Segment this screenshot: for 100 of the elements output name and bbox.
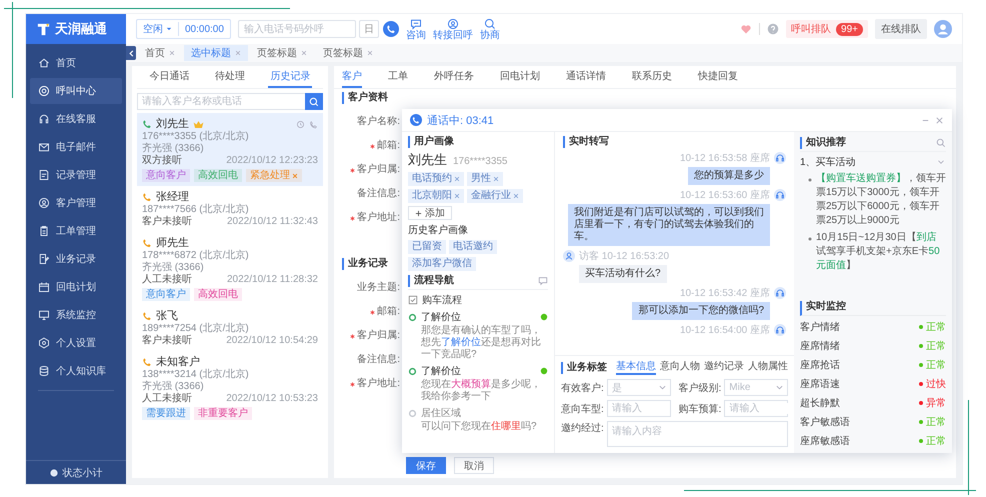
close-icon[interactable] bbox=[454, 176, 460, 182]
content-tab[interactable]: 快捷回复 bbox=[698, 66, 738, 88]
close-icon[interactable] bbox=[454, 193, 460, 199]
message-bubble: 我们附近是有门店可以试驾的，可以到我们店里看一下，有专门的试驾去体验我们的车。 bbox=[568, 204, 770, 246]
toolbar-button[interactable]: 咨询 bbox=[406, 18, 426, 40]
search-button[interactable] bbox=[305, 93, 323, 110]
tag[interactable]: 电话预约 bbox=[408, 172, 464, 186]
close-icon[interactable] bbox=[169, 50, 175, 56]
nav-item[interactable]: 在线客服 bbox=[30, 106, 122, 132]
step-title[interactable]: 了解价位 bbox=[421, 310, 461, 324]
close-icon[interactable] bbox=[301, 50, 307, 56]
user-icon bbox=[563, 250, 575, 262]
status-text: 正常 bbox=[926, 434, 946, 448]
call-button[interactable] bbox=[382, 21, 399, 37]
search-field[interactable]: 请输入客户名称或电话 bbox=[137, 93, 305, 110]
tag: 电话邀约 bbox=[449, 240, 497, 254]
nav-item[interactable]: 呼叫中心 bbox=[30, 78, 122, 104]
cancel-button[interactable]: 取消 bbox=[454, 457, 494, 474]
nav-item[interactable]: 客户管理 bbox=[30, 190, 122, 216]
chat-icon[interactable] bbox=[538, 276, 548, 286]
help-icon[interactable] bbox=[767, 23, 780, 35]
toolbar-button[interactable]: 协商 bbox=[480, 18, 500, 40]
content-tab[interactable]: 回电计划 bbox=[500, 66, 540, 88]
call-record[interactable]: 未知客户 138****3214 (北京/北京) 齐光强 (3366) 人工未接听 2022/10/12 10:53:23 需要跟进 非重要客户 bbox=[137, 351, 323, 424]
save-button[interactable]: 保存 bbox=[406, 457, 446, 474]
close-icon[interactable] bbox=[513, 193, 519, 199]
tag[interactable]: 男性 bbox=[467, 172, 503, 186]
section-title: 业务标签 bbox=[561, 362, 607, 374]
nav-item[interactable]: 个人知识库 bbox=[30, 358, 122, 384]
online-queue-button[interactable]: 在线排队 bbox=[875, 19, 927, 39]
knowledge-topic[interactable]: 1、买车活动 bbox=[800, 155, 856, 169]
input-field[interactable]: 请输入 bbox=[606, 400, 670, 417]
close-icon[interactable] bbox=[935, 116, 944, 124]
nav-item[interactable]: 系统监控 bbox=[30, 302, 122, 328]
toolbar-button[interactable]: 转接回呼 bbox=[432, 18, 473, 40]
text-area[interactable]: 请输入内容 bbox=[606, 421, 788, 447]
avatar-icon[interactable] bbox=[934, 20, 952, 38]
page-tab[interactable]: 页签标题 bbox=[316, 45, 380, 61]
collapse-button[interactable] bbox=[126, 46, 136, 60]
status-dot-icon bbox=[540, 367, 548, 375]
search-icon[interactable] bbox=[936, 138, 946, 148]
call-record[interactable]: 张飞 189****7254 (北京/北京) 客户未接听 2022/10/12 10:54:29 bbox=[137, 305, 323, 351]
clock-icon[interactable] bbox=[296, 120, 305, 128]
nav-item[interactable]: 电子邮件 bbox=[30, 134, 122, 160]
close-icon[interactable] bbox=[493, 176, 499, 182]
call-result: 人工未接听 bbox=[142, 274, 192, 286]
content-tab[interactable]: 外呼任务 bbox=[434, 66, 474, 88]
step-title[interactable]: 了解价位 bbox=[421, 364, 461, 378]
content-tab[interactable]: 通话详情 bbox=[566, 66, 606, 88]
nav-item[interactable]: 回电计划 bbox=[30, 274, 122, 300]
nav-item[interactable]: 首页 bbox=[30, 50, 122, 76]
dial-input[interactable]: 输入电话号码外呼 bbox=[238, 20, 356, 38]
call-time: 2022/10/12 11:28:32 bbox=[226, 274, 318, 286]
page-tab[interactable]: 页签标题 bbox=[250, 45, 314, 61]
nav-item[interactable]: 工单管理 bbox=[30, 218, 122, 244]
tag[interactable]: 北京朝阳 bbox=[408, 189, 464, 203]
database-icon bbox=[38, 365, 50, 377]
status-dropdown[interactable]: 空闲 bbox=[143, 22, 179, 36]
list-tab[interactable]: 待处理 bbox=[212, 66, 247, 88]
form-tab[interactable]: 邀约记录 bbox=[704, 360, 744, 375]
tag[interactable]: 金融行业 bbox=[467, 189, 523, 203]
content-tab[interactable]: 客户 bbox=[342, 66, 362, 88]
step-title[interactable]: 居住区域 bbox=[421, 406, 461, 420]
call-record[interactable]: 张经理 187****7566 (北京/北京) 客户未接听 2022/10/12 11:32:43 bbox=[137, 186, 323, 232]
field-label: 备注信息: bbox=[357, 188, 400, 200]
close-icon[interactable] bbox=[235, 50, 241, 56]
date-field[interactable]: 请输入 bbox=[724, 400, 788, 417]
call-record[interactable]: 刘先生 176****3355 (北京/北京) 齐光强 (3366) 双方接听 2022/10/12 12:23:23 意向客户 高效回电 紧急处理 bbox=[137, 113, 323, 186]
list-tab[interactable]: 历史记录 bbox=[268, 66, 312, 88]
dot-icon bbox=[50, 468, 58, 476]
headset-icon bbox=[774, 152, 786, 164]
page-tab[interactable]: 首页 bbox=[138, 45, 182, 61]
user-icon bbox=[38, 197, 50, 209]
section-title: 流程导航 bbox=[408, 275, 454, 287]
status-summary-button[interactable]: 状态小计 bbox=[26, 460, 126, 484]
tag: 已留资 bbox=[408, 240, 446, 254]
close-icon[interactable] bbox=[292, 172, 298, 178]
close-icon[interactable] bbox=[367, 50, 373, 56]
content-tab[interactable]: 联系历史 bbox=[632, 66, 672, 88]
tag: 需要跟进 bbox=[142, 407, 190, 420]
field-label: 客户级别: bbox=[678, 382, 722, 394]
call-record[interactable]: 师先生 178****6872 (北京/北京) 齐光强 (3366) 人工未接听 2022/10/12 11:28:32 意向客户 高效回电 bbox=[137, 232, 323, 305]
content-tab[interactable]: 工单 bbox=[388, 66, 408, 88]
call-time: 2022/10/12 10:53:23 bbox=[226, 393, 318, 405]
phone-icon[interactable] bbox=[309, 120, 318, 128]
add-tag-button[interactable]: 添加 bbox=[408, 206, 452, 220]
nav-item[interactable]: 业务记录 bbox=[30, 246, 122, 272]
heart-icon[interactable] bbox=[740, 23, 752, 35]
section-title: 实时转写 bbox=[563, 136, 786, 148]
nav-item[interactable]: 个人设置 bbox=[30, 330, 122, 356]
form-tab[interactable]: 意向人物 bbox=[660, 360, 700, 375]
list-tab[interactable]: 今日通话 bbox=[148, 66, 192, 88]
field-label: 客户归属: bbox=[357, 330, 400, 342]
form-tab[interactable]: 人物属性 bbox=[748, 360, 788, 375]
nav-item[interactable]: 记录管理 bbox=[30, 162, 122, 188]
monitor-label: 座席抢话 bbox=[800, 358, 840, 372]
flow-name: 购车流程 bbox=[422, 294, 462, 307]
message-meta: 访客 10-12 16:53:20 bbox=[579, 250, 670, 263]
form-tab[interactable]: 基本信息 bbox=[616, 360, 656, 375]
call-timer: 00:00:00 bbox=[185, 24, 224, 34]
